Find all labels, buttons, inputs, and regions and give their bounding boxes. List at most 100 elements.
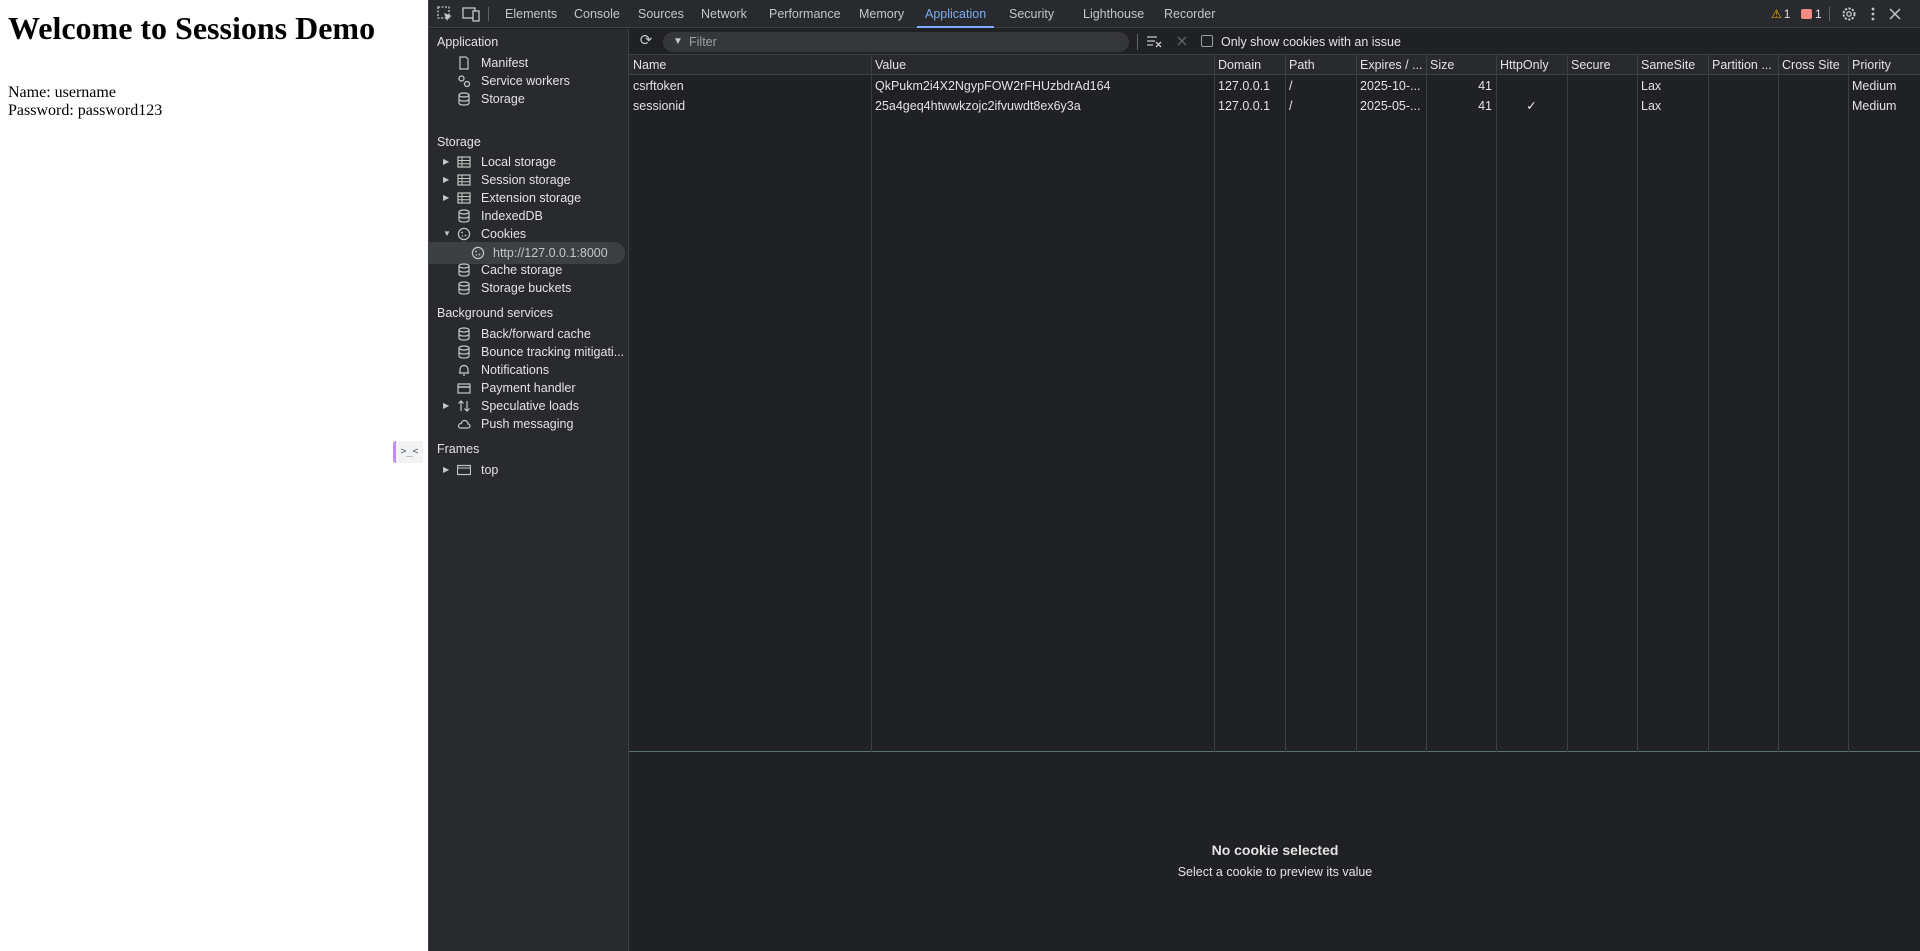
column-divider xyxy=(1708,55,1709,752)
tab-memory[interactable]: Memory xyxy=(859,0,904,28)
document-icon xyxy=(457,56,471,70)
gears-icon xyxy=(457,74,471,88)
sidebar-header-application: Application xyxy=(437,35,499,49)
column-header-path[interactable]: Path xyxy=(1285,55,1356,75)
cell-value: QkPukm2i4X2NgypFOW2rFHUzbdrAd164 xyxy=(875,79,1111,93)
expand-arrow-icon[interactable]: ▶ xyxy=(443,459,449,481)
column-header-samesite[interactable]: SameSite xyxy=(1637,55,1708,75)
column-header-domain[interactable]: Domain xyxy=(1214,55,1285,75)
credit-card-icon xyxy=(457,381,471,395)
filter-placeholder: Filter xyxy=(689,35,717,49)
column-header-priority[interactable]: Priority xyxy=(1848,55,1920,75)
column-divider xyxy=(1848,55,1849,752)
inspect-element-icon[interactable] xyxy=(435,4,455,24)
column-divider xyxy=(1778,55,1779,752)
column-header-size[interactable]: Size xyxy=(1426,55,1496,75)
clear-all-cookies-icon[interactable] xyxy=(1145,32,1165,50)
database-icon xyxy=(457,92,471,106)
warnings-count: 1 xyxy=(1783,7,1791,21)
cell-priority: Medium xyxy=(1852,99,1897,113)
column-header-secure[interactable]: Secure xyxy=(1567,55,1637,75)
cell-name: sessionid xyxy=(633,99,686,113)
settings-gear-icon[interactable] xyxy=(1839,4,1859,24)
sidebar-item-storage-overview[interactable]: Storage xyxy=(429,88,629,110)
column-divider xyxy=(1285,55,1286,752)
bell-icon xyxy=(457,363,471,377)
tab-console[interactable]: Console xyxy=(574,0,620,28)
table-grid-icon xyxy=(457,173,471,187)
tab-performance[interactable]: Performance xyxy=(769,0,841,28)
cookie-preview-pane: No cookie selected Select a cookie to pr… xyxy=(629,752,1920,951)
cell-domain: 127.0.0.1 xyxy=(1218,99,1271,113)
tab-recorder[interactable]: Recorder xyxy=(1164,0,1215,28)
sidebar-header-storage: Storage xyxy=(437,135,481,149)
console-toggle-button[interactable]: >_< xyxy=(393,441,423,463)
column-divider xyxy=(1496,55,1497,752)
column-header-expires[interactable]: Expires / ... xyxy=(1356,55,1426,75)
cell-secure xyxy=(1567,96,1637,116)
funnel-icon: ▼ xyxy=(673,36,683,47)
filter-input[interactable]: ▼ Filter xyxy=(663,32,1129,52)
tab-security[interactable]: Security xyxy=(1009,0,1054,28)
sidebar-header-background-services: Background services xyxy=(437,306,554,320)
cell-samesite: Lax xyxy=(1641,99,1662,113)
cell-priority: Medium xyxy=(1852,79,1897,93)
tab-sources[interactable]: Sources xyxy=(638,0,684,28)
column-divider xyxy=(1567,55,1568,752)
cell-path: / xyxy=(1289,99,1293,113)
cell-expires: 2025-05-... xyxy=(1360,99,1421,113)
cookie-icon xyxy=(457,227,471,241)
errors-badge[interactable]: 1 xyxy=(1801,6,1822,22)
sidebar-header-frames: Frames xyxy=(437,442,480,456)
only-issue-checkbox[interactable] xyxy=(1201,35,1213,47)
cell-domain: 127.0.0.1 xyxy=(1218,79,1271,93)
cell-httponly xyxy=(1496,76,1567,96)
column-header-value[interactable]: Value xyxy=(871,55,1214,75)
preview-title: No cookie selected xyxy=(1211,842,1339,858)
cell-cross-site xyxy=(1778,76,1848,96)
up-down-arrows-icon xyxy=(457,399,471,413)
password-line: Password: password123 xyxy=(8,102,163,119)
column-header-name[interactable]: Name xyxy=(629,55,871,75)
cell-partition-key xyxy=(1708,96,1778,116)
column-divider xyxy=(871,55,872,752)
cookies-toolbar: ⟳ ▼ Filter Only show cookies with an iss… xyxy=(629,29,1920,55)
column-header-cross-site[interactable]: Cross Site xyxy=(1778,55,1848,75)
more-options-icon[interactable] xyxy=(1863,4,1883,24)
frame-window-icon xyxy=(457,463,471,477)
toolbar-divider xyxy=(1137,34,1138,50)
column-divider xyxy=(1426,55,1427,752)
database-icon xyxy=(457,263,471,277)
tab-elements[interactable]: Elements xyxy=(505,0,557,28)
column-header-httponly[interactable]: HttpOnly xyxy=(1496,55,1567,75)
cell-value: 25a4geq4htwwkzojc2ifvuwdt8ex6y3a xyxy=(875,99,1081,113)
warnings-badge[interactable]: ⚠ 1 xyxy=(1771,6,1790,22)
name-line: Name: username xyxy=(8,84,116,101)
tab-network[interactable]: Network xyxy=(701,0,747,28)
device-toolbar-icon[interactable] xyxy=(461,4,481,24)
tab-lighthouse[interactable]: Lighthouse xyxy=(1083,0,1144,28)
sidebar-item-frame-top[interactable]: ▶ top xyxy=(429,459,629,481)
warning-icon: ⚠ xyxy=(1771,7,1782,21)
error-icon xyxy=(1801,9,1812,19)
refresh-icon[interactable]: ⟳ xyxy=(637,32,655,50)
sidebar-item-storage-buckets[interactable]: Storage buckets xyxy=(429,277,629,299)
table-grid-icon xyxy=(457,191,471,205)
table-grid-icon xyxy=(457,155,471,169)
sidebar-item-label: Storage buckets xyxy=(481,281,572,295)
errors-count: 1 xyxy=(1815,7,1822,21)
tabbar-divider xyxy=(1829,7,1830,21)
sidebar-item-label: top xyxy=(481,463,499,477)
delete-selected-icon[interactable] xyxy=(1173,32,1191,50)
cookies-table: Name Value Domain Path Expires / ... Siz… xyxy=(629,55,1920,752)
column-header-partition-key[interactable]: Partition ... xyxy=(1708,55,1778,75)
tab-application[interactable]: Application xyxy=(916,0,995,28)
cell-httponly: ✓ xyxy=(1526,99,1537,113)
devtools-panel: Elements Console Sources Network Perform… xyxy=(428,0,1920,951)
close-devtools-icon[interactable] xyxy=(1885,4,1905,24)
database-icon xyxy=(457,327,471,341)
column-divider xyxy=(1356,55,1357,752)
cell-secure xyxy=(1567,76,1637,96)
sidebar-item-push-messaging[interactable]: Push messaging xyxy=(429,413,629,435)
column-divider xyxy=(1637,55,1638,752)
